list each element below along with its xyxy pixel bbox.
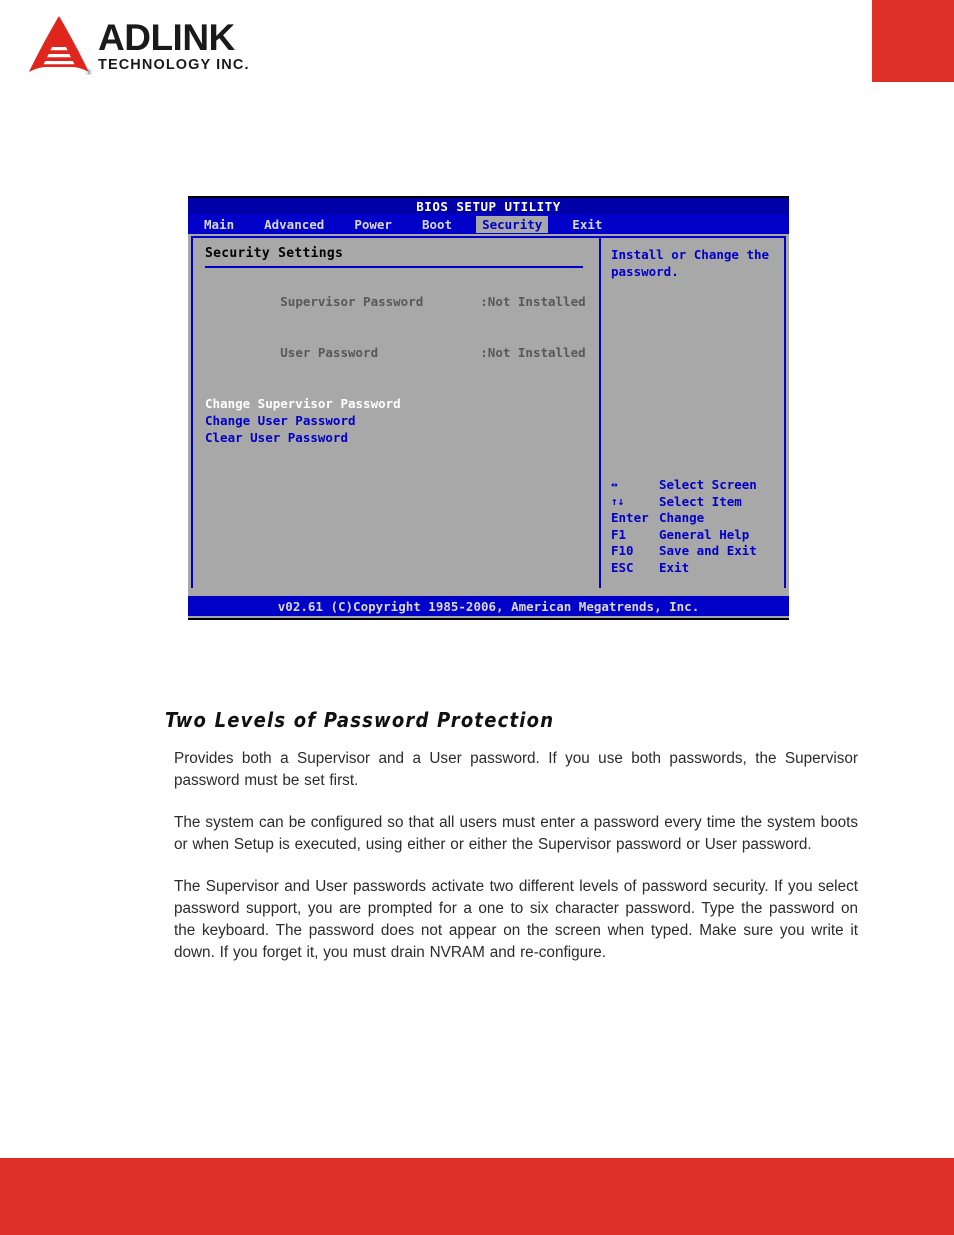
legend-action-exit: Exit [659, 559, 690, 575]
bios-title: BIOS SETUP UTILITY [416, 198, 561, 214]
bios-title-bar: BIOS SETUP UTILITY [188, 196, 789, 214]
bios-setup-screenshot: BIOS SETUP UTILITY Main Advanced Power B… [188, 196, 789, 620]
legend-action-change: Change [659, 510, 705, 525]
adlink-logo: ® ADLINK TECHNOLOGY INC. [26, 14, 250, 78]
legend-row-select-screen: ↔ Select Screen [611, 477, 757, 494]
page-header: ® ADLINK TECHNOLOGY INC. [0, 0, 954, 95]
security-settings-heading: Security Settings [205, 246, 344, 261]
paragraph-2: The system can be configured so that all… [174, 814, 858, 853]
supervisor-password-status-row: Supervisor Password :Not Installed [205, 276, 599, 327]
legend-row-save-and-exit: F10 Save and Exit [611, 543, 757, 560]
user-password-label: User Password [280, 345, 379, 360]
bios-body: Security Settings Supervisor Password :No… [188, 234, 789, 596]
key-legend: ↔ Select Screen ↑↓ Select Item Enter Cha… [611, 477, 757, 576]
bios-tab-advanced[interactable]: Advanced [258, 216, 330, 233]
help-text: Install or Change the password. [611, 247, 770, 279]
bios-left-panel: Security Settings Supervisor Password :No… [193, 238, 599, 588]
legend-key-enter: Enter [611, 510, 649, 525]
legend-row-select-item: ↑↓ Select Item [611, 494, 757, 511]
legend-row-change: Enter Change [611, 510, 757, 527]
bios-tab-security[interactable]: Security [476, 215, 549, 233]
left-right-arrow-icon: ↔ [611, 478, 618, 491]
bios-tab-boot[interactable]: Boot [416, 216, 458, 233]
paragraph-1: Provides both a Supervisor and a User pa… [174, 750, 858, 789]
option-clear-user-password[interactable]: Clear User Password [205, 429, 599, 446]
bios-panels: Security Settings Supervisor Password :No… [191, 236, 786, 588]
legend-key-f1: F1 [611, 526, 627, 542]
legend-action-select-item: Select Item [659, 493, 742, 509]
up-down-arrow-icon: ↑↓ [611, 494, 625, 508]
legend-row-exit: ESC Exit [611, 560, 757, 577]
paragraph-3: The Supervisor and User passwords activa… [174, 878, 858, 961]
bios-tab-exit[interactable]: Exit [566, 216, 608, 233]
bios-right-panel: Install or Change the password. ↔ Select… [601, 238, 784, 588]
brand-name: ADLINK [98, 16, 235, 58]
legend-key-f10: F10 [611, 543, 634, 558]
body-copy: Provides both a Supervisor and a User pa… [174, 748, 858, 964]
user-password-value: :Not Installed [480, 345, 586, 360]
legend-key-esc: ESC [611, 559, 634, 575]
header-accent-box [872, 0, 954, 82]
supervisor-password-value: :Not Installed [480, 294, 586, 309]
legend-row-general-help: F1 General Help [611, 527, 757, 544]
page-footer-bar [0, 1158, 954, 1235]
brand-tagline: TECHNOLOGY INC. [98, 56, 250, 73]
heading-rule [205, 266, 583, 268]
section-heading: Two Levels of Password Protection [165, 708, 555, 732]
bios-menu-bar: Main Advanced Power Boot Security Exit [188, 214, 789, 234]
adlink-logo-mark-icon: ® [26, 15, 92, 77]
legend-action-general-help: General Help [659, 526, 750, 542]
option-change-supervisor-password[interactable]: Change Supervisor Password [205, 395, 599, 412]
bios-tab-power[interactable]: Power [348, 216, 398, 233]
legend-action-select-screen: Select Screen [659, 477, 757, 492]
adlink-logo-text: ADLINK TECHNOLOGY INC. [98, 16, 250, 73]
user-password-status-row: User Password :Not Installed [205, 327, 599, 378]
supervisor-password-label: Supervisor Password [280, 294, 424, 309]
option-change-user-password[interactable]: Change User Password [205, 412, 599, 429]
bios-copyright: v02.61 (C)Copyright 1985-2006, American … [277, 598, 700, 614]
legend-action-save-and-exit: Save and Exit [659, 543, 757, 558]
registered-trademark-icon: ® [85, 68, 92, 77]
bios-tab-main[interactable]: Main [198, 216, 240, 233]
bios-footer-bar: v02.61 (C)Copyright 1985-2006, American … [188, 596, 789, 616]
